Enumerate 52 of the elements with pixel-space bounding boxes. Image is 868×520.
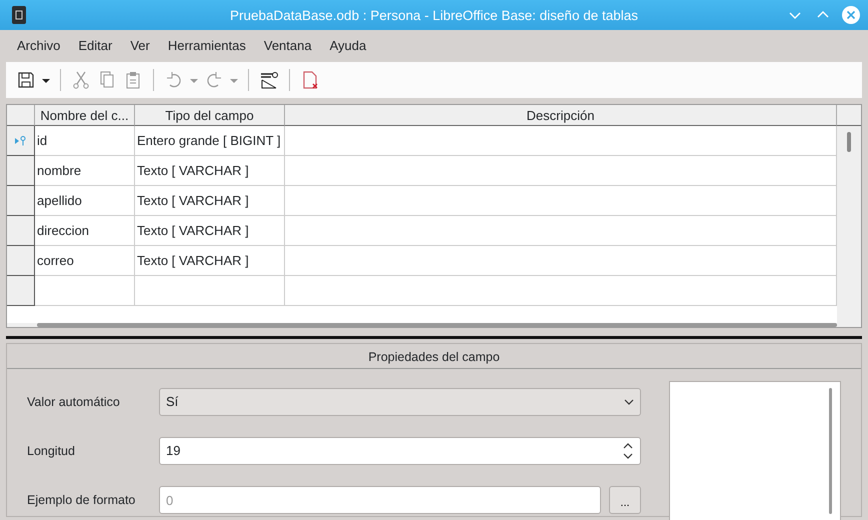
- menu-item[interactable]: Ver: [121, 38, 159, 52]
- save-icon[interactable]: [16, 70, 36, 90]
- table-cell[interactable]: [285, 126, 837, 156]
- table-cell[interactable]: [35, 276, 135, 306]
- table-cell[interactable]: [285, 216, 837, 246]
- panel-title: Propiedades del campo: [7, 344, 861, 369]
- menu-item[interactable]: Archivo: [8, 38, 70, 52]
- table-cell[interactable]: Texto [ VARCHAR ]: [135, 216, 285, 246]
- menu-item[interactable]: Editar: [69, 38, 122, 52]
- table-cell[interactable]: [285, 156, 837, 186]
- table-cell[interactable]: direccion: [35, 216, 135, 246]
- close-icon[interactable]: [842, 6, 860, 24]
- column-header[interactable]: Tipo del campo: [135, 105, 285, 126]
- table-cell[interactable]: [285, 246, 837, 276]
- table-cell[interactable]: Texto [ VARCHAR ]: [135, 156, 285, 186]
- cut-icon[interactable]: [71, 70, 91, 90]
- table-cell[interactable]: Texto [ VARCHAR ]: [135, 186, 285, 216]
- row-header[interactable]: [7, 246, 35, 276]
- column-header[interactable]: Nombre del c...: [35, 105, 135, 126]
- table-cell[interactable]: correo: [35, 246, 135, 276]
- menu-item[interactable]: Herramientas: [158, 38, 255, 52]
- corner-header: [837, 105, 861, 126]
- chevron-down-icon: [624, 396, 634, 407]
- corner-header: [7, 105, 35, 126]
- row-header[interactable]: [7, 156, 35, 186]
- key-pointer-icon: [14, 136, 26, 146]
- table-cell[interactable]: apellido: [35, 186, 135, 216]
- spin-field[interactable]: 19: [159, 436, 641, 465]
- column-header[interactable]: Descripción: [285, 105, 837, 126]
- table-cell[interactable]: [285, 276, 837, 306]
- row-header[interactable]: [7, 186, 35, 216]
- window-title: PruebaDataBase.odb : Persona - LibreOffice Base: diseño de tablas: [230, 8, 638, 22]
- table-cell[interactable]: [285, 186, 837, 216]
- table-cell[interactable]: Entero grande [ BIGINT ]: [135, 126, 285, 156]
- row-header[interactable]: [7, 276, 35, 306]
- format-button[interactable]: ...: [609, 486, 641, 514]
- field-label: Valor automático: [27, 394, 121, 409]
- menu-item[interactable]: Ventana: [254, 38, 321, 52]
- field-label: Longitud: [27, 444, 76, 458]
- row-header[interactable]: [7, 216, 35, 246]
- primary-key-icon[interactable]: [259, 70, 279, 90]
- menu-item[interactable]: Ayuda: [320, 38, 376, 52]
- vertical-scrollbar[interactable]: [837, 126, 861, 323]
- document-icon: [12, 6, 26, 24]
- dropdown[interactable]: Sí: [159, 388, 641, 416]
- horizontal-scrollbar[interactable]: [7, 323, 861, 327]
- table-cell[interactable]: Texto [ VARCHAR ]: [135, 246, 285, 276]
- row-header[interactable]: [7, 126, 35, 156]
- table-cell[interactable]: nombre: [35, 156, 135, 186]
- table-cell[interactable]: id: [35, 126, 135, 156]
- table-cell[interactable]: [135, 276, 285, 306]
- field-label: Ejemplo de formato: [27, 493, 136, 508]
